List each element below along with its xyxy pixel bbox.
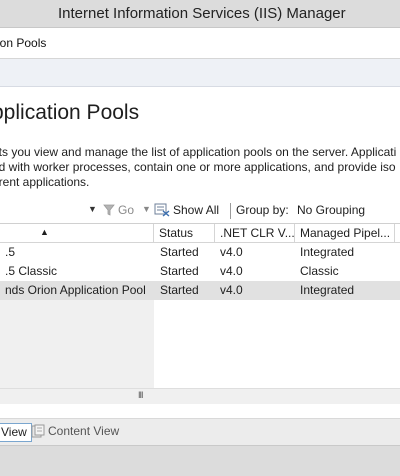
show-all-icon — [154, 203, 170, 220]
content-view-tab[interactable]: Content View — [31, 423, 119, 442]
status-cell: Started — [160, 283, 199, 297]
clr-version-cell: v4.0 — [220, 245, 243, 259]
page-header-strip — [0, 59, 400, 87]
sort-ascending-icon: ▲ — [40, 227, 49, 237]
content-view-icon — [31, 424, 45, 443]
window-title: Internet Information Services (IIS) Mana… — [58, 5, 346, 22]
pipeline-cell: Classic — [300, 264, 339, 278]
breadcrumb-current[interactable]: ion Pools — [0, 36, 46, 50]
description-line: ed with worker processes, contain one or… — [0, 160, 396, 174]
clr-version-cell: v4.0 — [220, 283, 243, 297]
description-line: erent applications. — [0, 175, 90, 189]
status-cell: Started — [160, 264, 199, 278]
address-bar[interactable]: ion Pools — [0, 28, 400, 59]
status-cell: Started — [160, 245, 199, 259]
go-button[interactable]: Go — [103, 203, 134, 219]
column-header-status[interactable]: Status — [154, 224, 215, 243]
page-title: pplication Pools — [0, 101, 140, 124]
view-switcher-bar: View Content View — [0, 418, 400, 445]
column-header-managed-pipeline[interactable]: Managed Pipel... — [295, 224, 395, 243]
group-by-select[interactable]: No Grouping — [297, 203, 365, 217]
column-header-clr-version[interactable]: .NET CLR V... — [215, 224, 295, 243]
features-view-tab[interactable]: View — [0, 423, 32, 442]
filter-dropdown-arrow-icon[interactable]: ▼ — [88, 204, 97, 214]
show-all-label: Show All — [173, 203, 220, 217]
table-row[interactable]: .5 Started v4.0 Integrated — [0, 243, 400, 262]
show-all-button[interactable]: Show All — [154, 203, 219, 220]
pool-name-cell: nds Orion Application Pool — [5, 283, 146, 297]
grid-header: ▲ Status .NET CLR V... Managed Pipel... — [0, 224, 400, 243]
toolbar-divider — [230, 203, 231, 219]
application-pools-grid[interactable]: ▲ Status .NET CLR V... Managed Pipel... … — [0, 223, 400, 404]
funnel-icon — [103, 204, 115, 219]
go-label: Go — [118, 203, 135, 217]
description-line: ets you view and manage the list of appl… — [0, 145, 397, 159]
pool-name-cell: .5 Classic — [5, 264, 58, 278]
column-header-name[interactable]: ▲ — [0, 224, 154, 243]
status-bar — [0, 445, 400, 476]
go-dropdown-caret-icon[interactable]: ▼ — [142, 204, 151, 214]
table-row[interactable]: .5 Classic Started v4.0 Classic — [0, 262, 400, 281]
clr-version-cell: v4.0 — [220, 264, 243, 278]
filter-toolbar: ▼ Go ▼ Show All Group by: No Grouping — [0, 199, 400, 223]
horizontal-scrollbar[interactable]: III — [0, 388, 400, 404]
page-description: ets you view and manage the list of appl… — [0, 145, 400, 190]
grid-empty-area — [0, 300, 154, 398]
table-row-selected[interactable]: nds Orion Application Pool Started v4.0 … — [0, 281, 400, 300]
pool-name-cell: .5 — [5, 245, 16, 259]
group-by-label: Group by: — [236, 203, 289, 217]
pipeline-cell: Integrated — [300, 283, 355, 297]
pipeline-cell: Integrated — [300, 245, 355, 259]
scrollbar-grip-icon[interactable]: III — [138, 390, 143, 400]
window-title-bar: Internet Information Services (IIS) Mana… — [0, 0, 400, 28]
content-view-label: Content View — [48, 424, 120, 438]
